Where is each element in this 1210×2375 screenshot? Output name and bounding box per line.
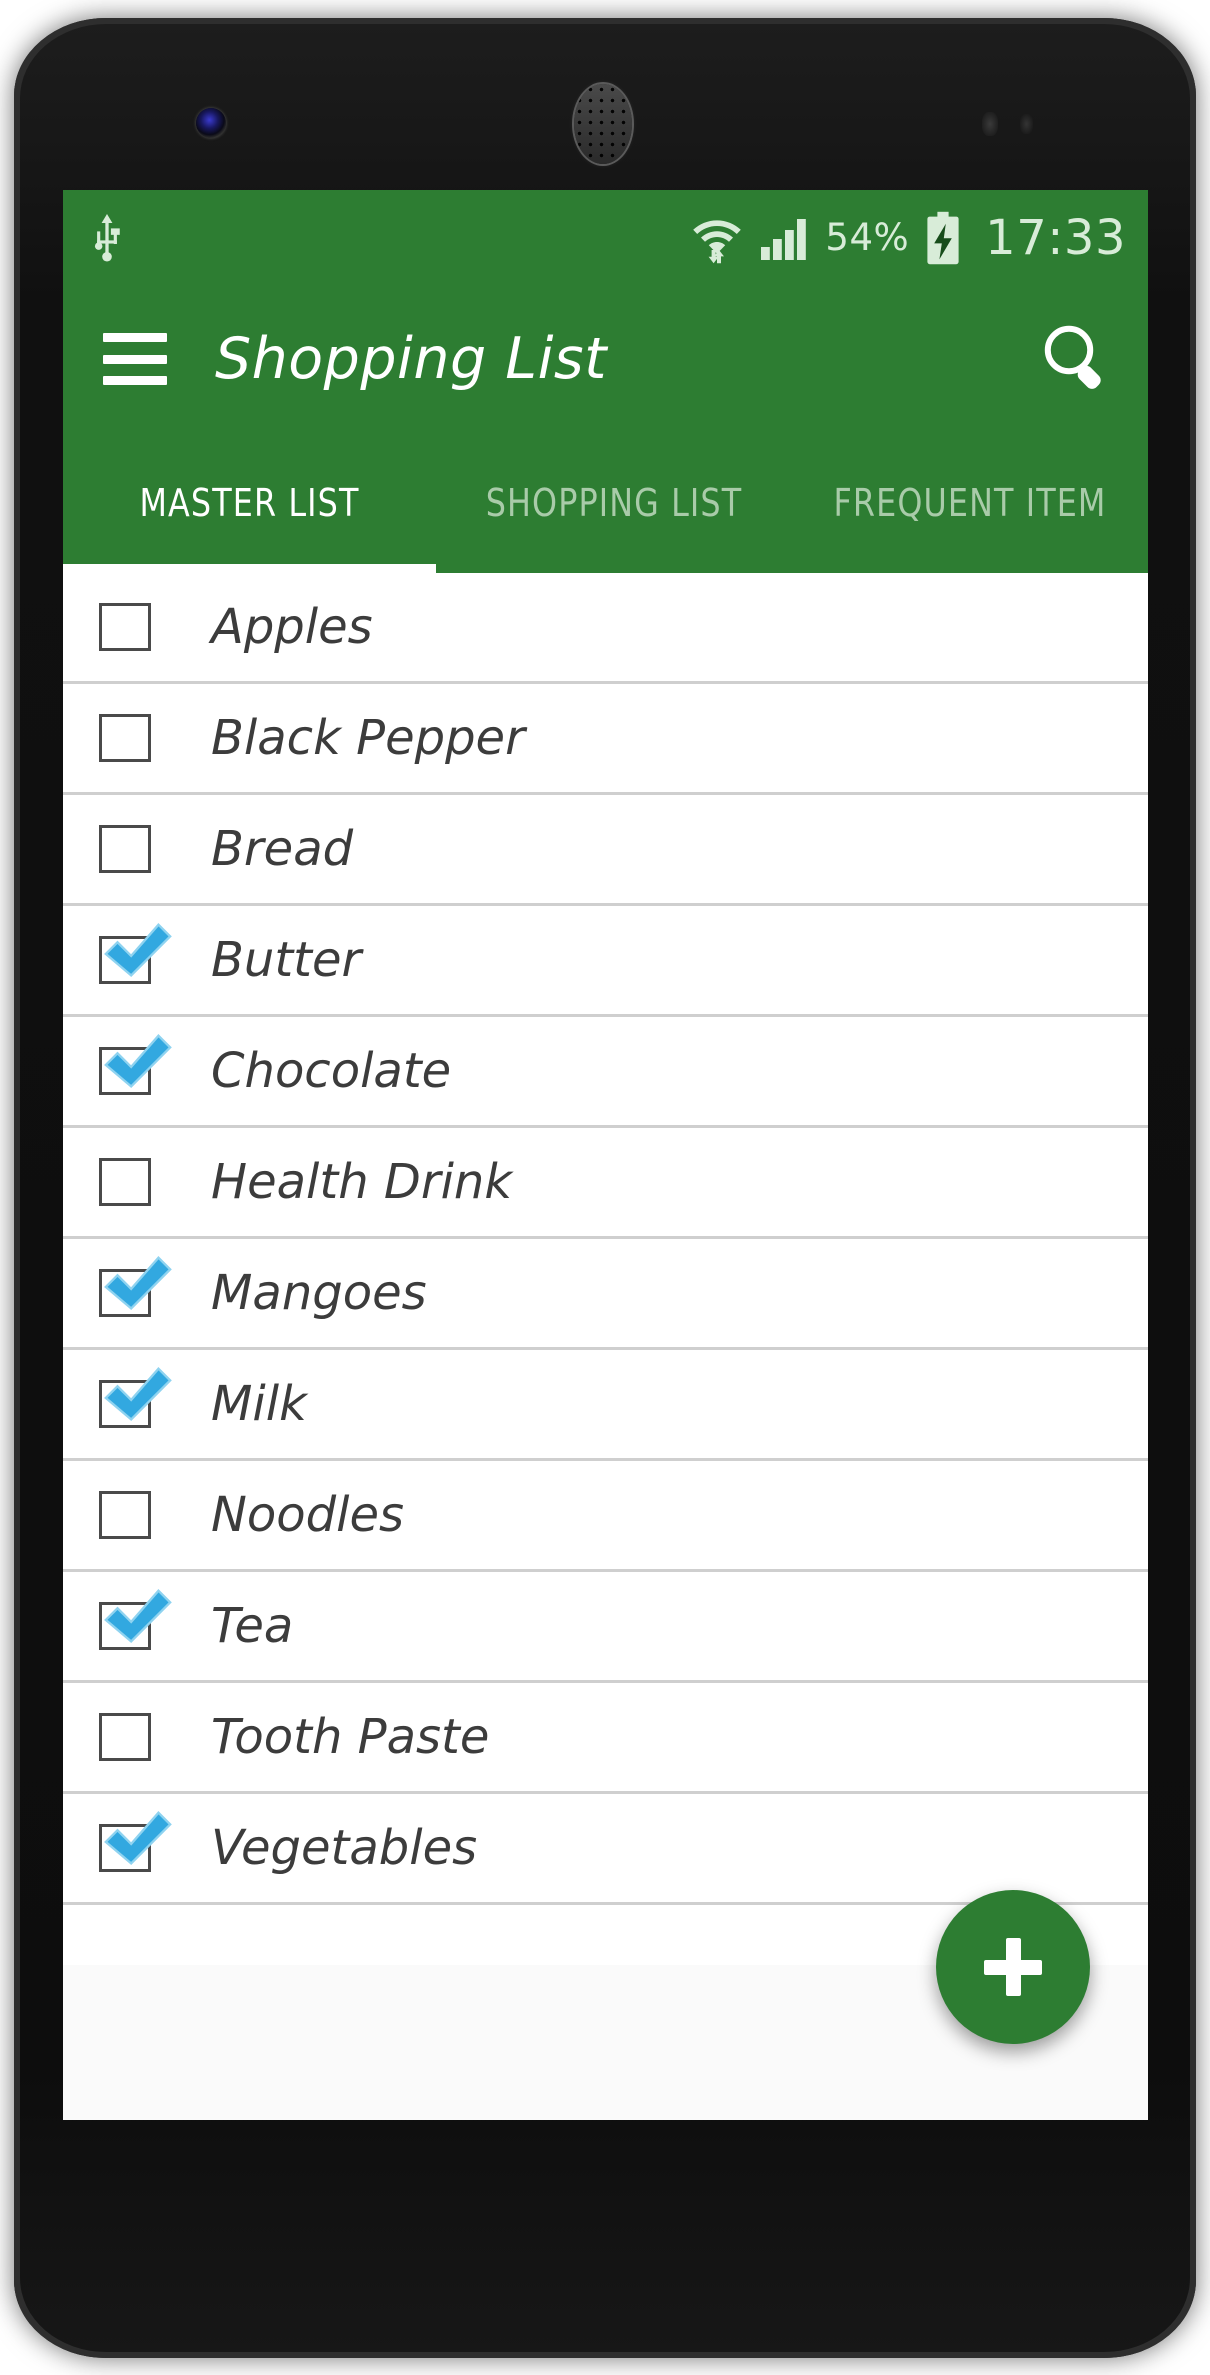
cellular-signal-icon (761, 218, 807, 260)
list-item-label: Milk (211, 1376, 307, 1432)
proximity-sensor-icon (982, 112, 998, 136)
active-tab-indicator (63, 564, 436, 573)
page-title: Shopping List (215, 326, 607, 392)
battery-charging-icon (927, 211, 959, 264)
checkbox-unchecked[interactable] (99, 825, 151, 873)
list-item[interactable]: Butter (63, 906, 1148, 1017)
tab-bar: MASTER LIST SHOPPING LIST FREQUENT ITEM (63, 433, 1148, 573)
plus-icon-vertical (1005, 1938, 1021, 1996)
status-bar: 54% 17:33 (63, 190, 1148, 285)
checkbox-unchecked[interactable] (99, 603, 151, 651)
master-list[interactable]: Apples Black Pepper Bread Butter Chocolate He… (63, 573, 1148, 2120)
add-item-fab[interactable] (936, 1890, 1090, 2044)
list-item-label: Chocolate (211, 1043, 452, 1099)
list-item[interactable]: Vegetables (63, 1794, 1148, 1905)
list-item-label: Health Drink (211, 1154, 513, 1210)
menu-bar-1 (103, 333, 167, 342)
checkbox-checked[interactable] (99, 1255, 172, 1317)
earpiece-speaker-icon (574, 84, 632, 164)
list-item-label: Apples (211, 599, 373, 655)
list-item-label: Black Pepper (211, 710, 525, 766)
front-camera-icon (196, 108, 226, 138)
list-item[interactable]: Tooth Paste (63, 1683, 1148, 1794)
list-item[interactable]: Noodles (63, 1461, 1148, 1572)
list-item-label: Mangoes (211, 1265, 427, 1321)
list-item-label: Butter (211, 932, 362, 988)
list-item-label: Noodles (211, 1487, 404, 1543)
checkbox-checked[interactable] (99, 922, 172, 984)
list-item[interactable]: Chocolate (63, 1017, 1148, 1128)
list-item-label: Tea (211, 1598, 294, 1654)
list-item[interactable]: Black Pepper (63, 684, 1148, 795)
checkbox-checked[interactable] (99, 1588, 172, 1650)
tab-master-list[interactable]: MASTER LIST (76, 433, 423, 573)
checkbox-checked[interactable] (99, 1810, 172, 1872)
status-bar-right: 54% 17:33 (691, 210, 1126, 266)
list-item-label: Vegetables (211, 1820, 478, 1876)
checkbox-unchecked[interactable] (99, 1713, 151, 1761)
list-item[interactable]: Tea (63, 1572, 1148, 1683)
list-item-label: Tooth Paste (211, 1709, 490, 1765)
tab-frequent-item[interactable]: FREQUENT ITEM (804, 433, 1135, 573)
menu-bar-2 (103, 354, 167, 364)
list-item[interactable]: Health Drink (63, 1128, 1148, 1239)
battery-percentage-label: 54% (825, 216, 910, 259)
list-item[interactable]: Bread (63, 795, 1148, 906)
app-bar: Shopping List (63, 285, 1148, 433)
list-item[interactable]: Apples (63, 573, 1148, 684)
tab-shopping-list[interactable]: SHOPPING LIST (448, 433, 779, 573)
list-item-label: Bread (211, 821, 354, 877)
list-item[interactable]: Mangoes (63, 1239, 1148, 1350)
checkbox-checked[interactable] (99, 1366, 172, 1428)
phone-screen: 54% 17:33 Shopping List MASTER LIST SHOP… (63, 190, 1148, 2120)
hamburger-menu-icon[interactable] (103, 333, 167, 385)
search-icon[interactable] (1038, 319, 1114, 399)
checkbox-unchecked[interactable] (99, 1158, 151, 1206)
checkbox-checked[interactable] (99, 1033, 172, 1095)
status-bar-clock: 17:33 (985, 209, 1126, 266)
light-sensor-icon (1020, 114, 1033, 134)
list-item[interactable]: Milk (63, 1350, 1148, 1461)
checkbox-unchecked[interactable] (99, 1491, 151, 1539)
checkbox-unchecked[interactable] (99, 714, 151, 762)
status-bar-left (89, 212, 125, 264)
wifi-icon (693, 219, 742, 263)
usb-icon (94, 213, 120, 262)
menu-bar-3 (103, 376, 167, 385)
